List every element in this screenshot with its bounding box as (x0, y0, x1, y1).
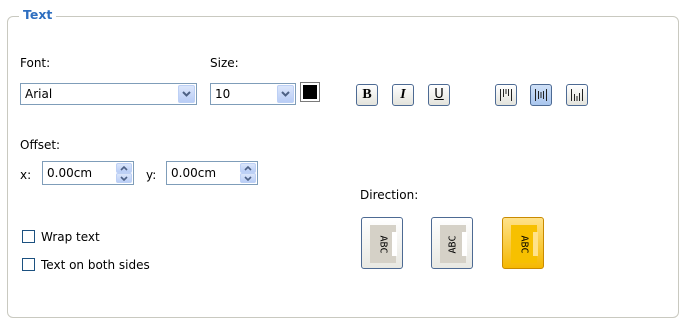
bold-icon: B (362, 87, 372, 102)
size-select[interactable]: 10 (210, 83, 296, 105)
underline-button[interactable]: U (428, 84, 450, 106)
color-swatch (303, 85, 317, 99)
offset-x-value: 0.00cm (47, 166, 93, 180)
text-both-sides-label[interactable]: Text on both sides (41, 258, 150, 272)
align-top-icon (500, 89, 512, 101)
italic-icon: I (400, 87, 406, 102)
direction-sample: ABC (511, 225, 537, 263)
chevron-down-icon[interactable] (277, 85, 294, 103)
direction-sample-text: ABC (447, 234, 459, 254)
font-label: Font: (20, 56, 51, 70)
direction-sample: ABC (440, 225, 466, 263)
align-top-button[interactable] (495, 84, 517, 106)
size-value: 10 (215, 87, 231, 101)
group-title: Text (19, 7, 57, 23)
bold-button[interactable]: B (356, 84, 378, 106)
italic-button[interactable]: I (392, 84, 414, 106)
text-color-button[interactable] (300, 82, 320, 102)
wrap-text-label[interactable]: Wrap text (41, 230, 100, 244)
offset-x-spinner[interactable]: 0.00cm (42, 161, 134, 185)
offset-y-value: 0.00cm (171, 166, 217, 180)
align-bottom-icon (571, 89, 583, 101)
size-label: Size: (210, 56, 239, 70)
underline-icon: U (434, 87, 444, 102)
offset-y-label: y: (146, 168, 157, 182)
wrap-text-checkbox[interactable] (22, 230, 35, 243)
chevron-down-icon[interactable] (178, 85, 195, 103)
direction-sample-text: ABC (377, 234, 389, 254)
spin-up-icon[interactable] (116, 163, 132, 173)
spin-down-icon[interactable] (240, 173, 256, 183)
direction-rotate-cw-button[interactable]: ABC (361, 217, 403, 269)
offset-x-label: x: (20, 168, 32, 182)
font-select[interactable]: Arial (20, 83, 197, 105)
direction-sample: ABC (370, 225, 396, 263)
align-middle-icon (535, 89, 547, 101)
direction-sample-text: ABC (518, 234, 530, 254)
direction-rotate-ccw-button[interactable]: ABC (431, 217, 473, 269)
font-value: Arial (25, 87, 53, 101)
align-bottom-button[interactable] (566, 84, 588, 106)
offset-label: Offset: (20, 138, 61, 152)
direction-label: Direction: (360, 188, 419, 202)
offset-y-spinner[interactable]: 0.00cm (166, 161, 258, 185)
spin-up-icon[interactable] (240, 163, 256, 173)
text-both-sides-checkbox[interactable] (22, 258, 35, 271)
spin-down-icon[interactable] (116, 173, 132, 183)
align-middle-button[interactable] (530, 84, 552, 106)
direction-rotate-cw-selected-button[interactable]: ABC (502, 217, 544, 269)
